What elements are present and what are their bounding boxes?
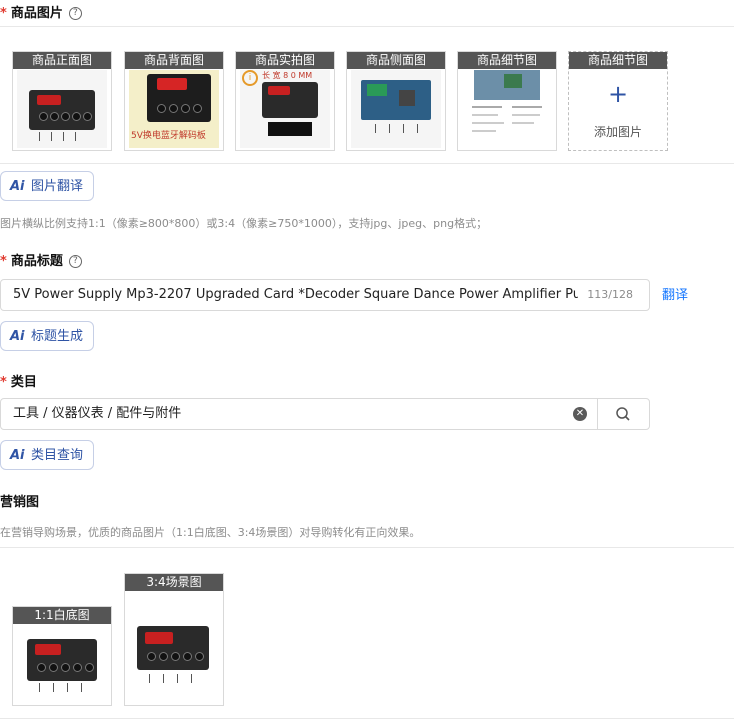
overlay-text: 长 宽 8 0 MM — [262, 71, 313, 80]
title-input-wrapper: 5V Power Supply Mp3-2207 Upgraded Card *… — [0, 279, 650, 311]
image-tile-real-shot[interactable]: 商品实拍图 i 长 宽 8 0 MM — [235, 51, 335, 151]
marketing-tile-white-bg[interactable]: 1:1白底图 — [12, 606, 112, 706]
marketing-images-hint: 在营销导购场景，优质的商品图片（1:1白底图、3:4场景图）对导购转化有正向效果… — [0, 526, 421, 539]
required-mark: * — [0, 254, 7, 269]
question-circle-icon[interactable]: ? — [68, 7, 82, 20]
button-label: 图片翻译 — [31, 179, 84, 194]
image-tile-side[interactable]: 商品侧面图 — [346, 51, 446, 151]
question-circle-icon[interactable]: ? — [68, 255, 82, 268]
category-value: 工具 / 仪器仪表 / 配件与附件 — [13, 406, 182, 421]
tile-caption: 商品细节图 — [458, 52, 556, 69]
image-tile-back[interactable]: 商品背面图 5V换电蓝牙解码板 — [124, 51, 224, 151]
add-image-tile[interactable]: 商品细节图 + 添加图片 — [568, 51, 668, 151]
ai-icon: Ai — [10, 448, 25, 463]
category-label-row: * 类目 — [0, 371, 37, 390]
category-select[interactable]: 工具 / 仪器仪表 / 配件与附件 ✕ — [0, 398, 650, 430]
marketing-tile-scene[interactable]: 3:4场景图 — [124, 573, 224, 706]
required-mark: * — [0, 6, 7, 21]
marketing-images-panel: 1:1白底图 3:4场景图 — [0, 547, 734, 719]
tile-caption: 商品侧面图 — [347, 52, 445, 69]
ai-icon: Ai — [10, 329, 25, 344]
tile-caption: 3:4场景图 — [125, 574, 223, 591]
title-label-row: * 商品标题? — [0, 250, 82, 269]
search-icon — [616, 407, 630, 421]
product-photo — [351, 70, 441, 148]
title-label: 商品标题 — [10, 254, 63, 269]
ai-title-generate-button[interactable]: Ai 标题生成 — [0, 321, 94, 351]
product-photo — [17, 70, 107, 148]
image-tile-detail[interactable]: 商品细节图 — [457, 51, 557, 151]
category-label: 类目 — [10, 375, 37, 390]
tile-caption: 商品实拍图 — [236, 52, 334, 69]
product-images-label: 商品图片 — [10, 6, 63, 21]
product-images-label-row: * 商品图片? — [0, 2, 82, 21]
button-label: 类目查询 — [31, 448, 84, 463]
overlay-text: 5V换电蓝牙解码板 — [131, 131, 206, 141]
add-image-label: 添加图片 — [593, 125, 642, 139]
tile-caption: 商品细节图 — [569, 52, 667, 69]
product-photo — [462, 70, 552, 148]
button-label: 标题生成 — [31, 329, 84, 344]
tile-caption: 商品正面图 — [13, 52, 111, 69]
info-icon: i — [242, 70, 258, 86]
category-search-button[interactable] — [597, 399, 650, 429]
tile-caption: 商品背面图 — [125, 52, 223, 69]
ai-category-query-button[interactable]: Ai 类目查询 — [0, 440, 94, 470]
translate-link[interactable]: 翻译 — [662, 284, 688, 303]
product-photo — [17, 625, 107, 703]
product-images-panel: 商品正面图 商品背面图 5V换电蓝牙解码板 商品实拍图 i 长 宽 8 0 MM — [0, 26, 734, 164]
image-tile-front[interactable]: 商品正面图 — [12, 51, 112, 151]
required-mark: * — [0, 375, 7, 390]
ai-image-translate-button[interactable]: Ai 图片翻译 — [0, 171, 94, 201]
plus-icon: + — [607, 80, 629, 108]
ai-icon: Ai — [10, 179, 25, 194]
title-input[interactable]: 5V Power Supply Mp3-2207 Upgraded Card *… — [13, 280, 578, 310]
product-photo: 5V换电蓝牙解码板 — [129, 70, 219, 148]
product-photo: i 长 宽 8 0 MM — [240, 70, 330, 148]
title-char-counter: 113/128 — [587, 288, 633, 301]
image-format-hint: 图片横纵比例支持1:1（像素≥800*800）或3:4（像素≥750*1000）… — [0, 217, 488, 230]
marketing-images-label: 营销图 — [0, 495, 40, 510]
product-photo — [129, 592, 219, 703]
close-circle-icon[interactable]: ✕ — [573, 407, 587, 421]
tile-caption: 1:1白底图 — [13, 607, 111, 624]
